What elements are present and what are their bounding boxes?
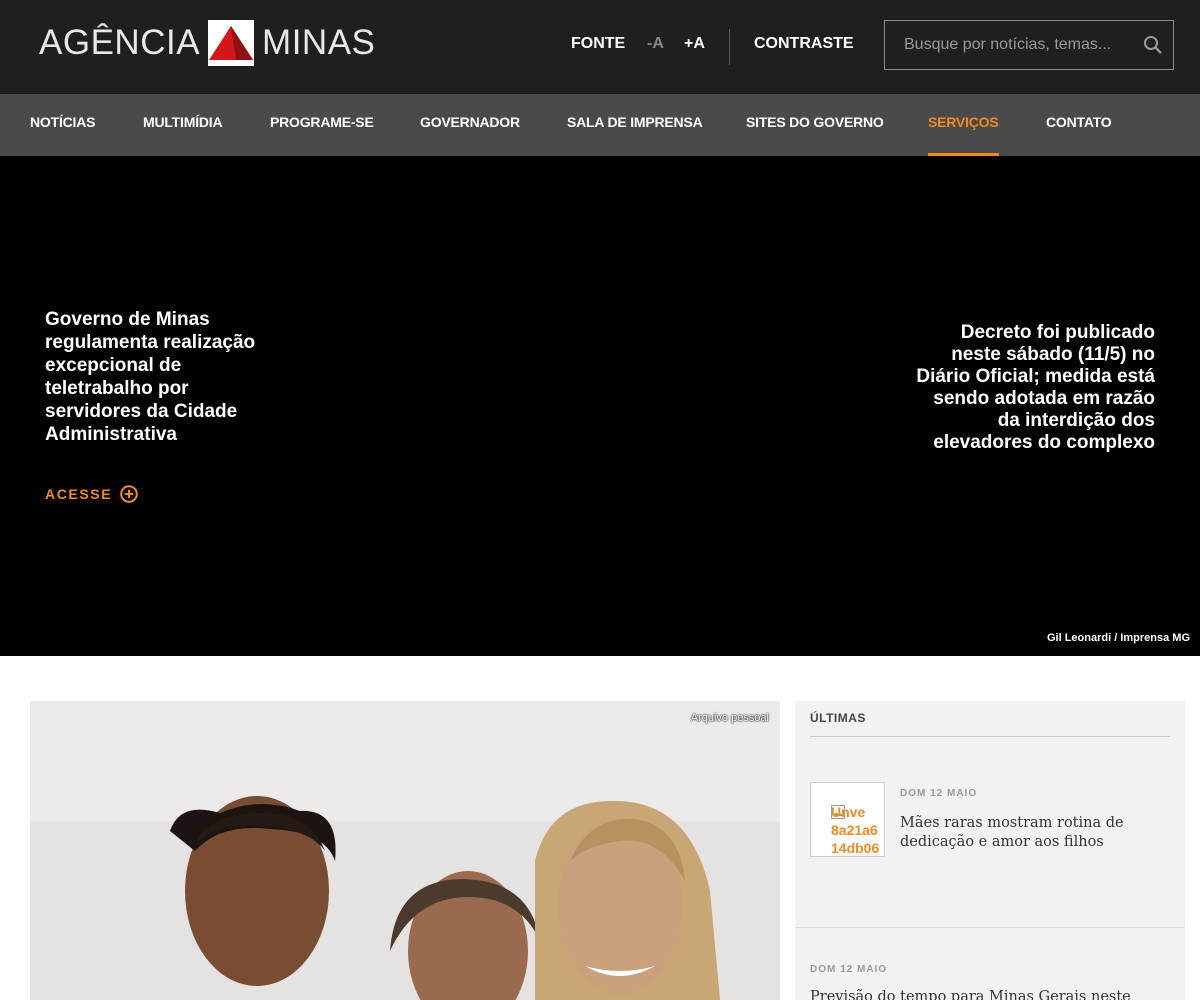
nav-item-servicos[interactable]: SERVIÇOS [928,94,999,156]
font-increase-button[interactable]: +A [684,34,705,54]
thumbnail-alt-text: Unve 8a21a6 14db06 [831,804,880,856]
font-decrease-button[interactable]: -A [647,34,664,54]
contrast-toggle-button[interactable]: CONTRASTE [754,34,854,54]
feature-story-image[interactable]: Arquivo pessoal [30,701,780,1000]
logo-text-left: AGÊNCIA [39,23,201,62]
nav-item-noticias[interactable]: NOTÍCIAS [30,94,95,156]
feature-photo [30,701,780,1000]
hero-description: Decreto foi publicado neste sábado (11/5… [916,322,1155,453]
hero-photo-credit: Gil Leonardi / Imprensa MG [1046,632,1190,644]
search-box [884,20,1174,70]
news-thumbnail[interactable]: Unve 8a21a6 14db06 [810,782,885,857]
hero-title[interactable]: Governo de Minas regulamenta realização … [45,308,265,446]
news-title-link[interactable]: Previsão do tempo para Minas Gerais nest… [810,988,1170,1000]
news-date: DOM 12 MAIO [900,788,978,799]
search-icon[interactable] [1141,33,1165,57]
logo-text-right: MINAS [262,23,376,62]
news-date: DOM 12 MAIO [810,964,888,975]
site-logo[interactable]: AGÊNCIA MINAS [39,18,375,68]
nav-item-sala-de-imprensa[interactable]: SALA DE IMPRENSA [567,94,703,156]
hero-banner[interactable]: Governo de Minas regulamenta realização … [0,156,1200,656]
nav-item-multimidia[interactable]: MULTIMÍDIA [143,94,223,156]
search-input[interactable] [885,21,1135,69]
hero-cta-label: ACESSE [45,486,113,502]
sidebar-title: ÚLTIMAS [810,711,866,725]
feature-photo-credit: Arquivo pessoal [690,712,769,724]
top-header: AGÊNCIA MINAS FONTE -A +A CONTRASTE [0,0,1200,94]
logo-mountain-icon [208,20,255,66]
latest-news-sidebar: ÚLTIMAS Unve 8a21a6 14db06 DOM 12 MAIO M… [795,701,1185,1000]
font-size-label: FONTE [571,35,626,52]
nav-item-programe-se[interactable]: PROGRAME-SE [270,94,374,156]
nav-item-governador[interactable]: GOVERNADOR [420,94,520,156]
header-divider [729,29,730,65]
nav-item-contato[interactable]: CONTATO [1046,94,1112,156]
plus-circle-icon [120,485,138,503]
main-nav: NOTÍCIAS MULTIMÍDIA PROGRAME-SE GOVERNAD… [0,94,1200,156]
sidebar-divider [810,736,1170,737]
news-divider [795,927,1185,928]
nav-item-sites-do-governo[interactable]: SITES DO GOVERNO [746,94,884,156]
news-title-link[interactable]: Mães raras mostram rotina de dedicação e… [900,814,1140,852]
hero-access-link[interactable]: ACESSE [45,485,138,503]
